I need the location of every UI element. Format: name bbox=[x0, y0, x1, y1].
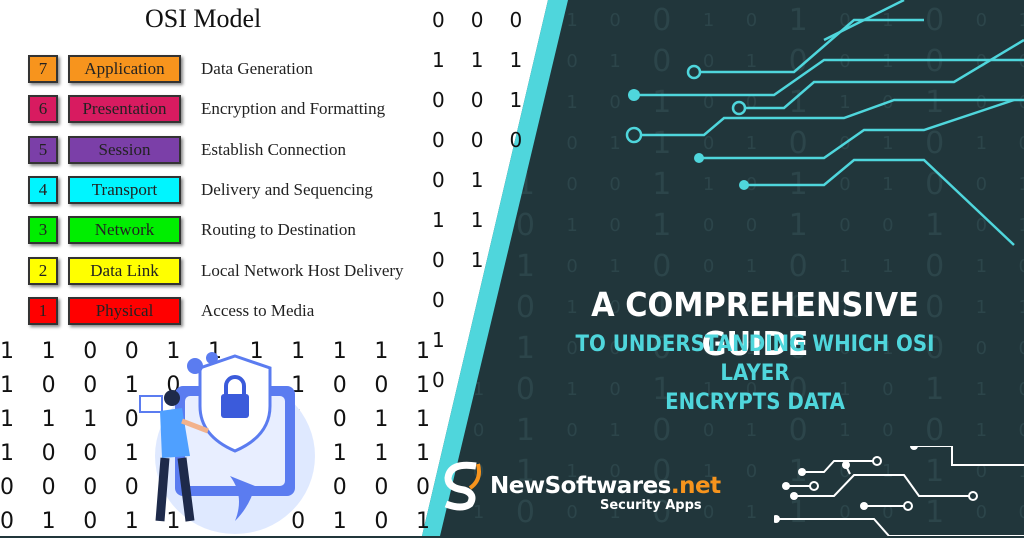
layer-description: Routing to Destination bbox=[201, 220, 356, 240]
brand-tagline: Security Apps bbox=[600, 498, 702, 513]
brand-logo[interactable]: NewSoftwares.net Security Apps bbox=[440, 460, 721, 513]
layer-description: Data Generation bbox=[201, 59, 313, 78]
osi-layer-5: 5 Session Establish Connection bbox=[28, 135, 346, 164]
lock-icon bbox=[221, 394, 249, 418]
layer-description: Access to Media bbox=[201, 300, 315, 320]
layer-description: Encryption and Formatting bbox=[201, 99, 386, 119]
brand-name-main: NewSoftwares bbox=[490, 473, 671, 499]
layer-number: 5 bbox=[28, 135, 58, 164]
brand-name: NewSoftwares.net bbox=[490, 473, 721, 499]
binary-row: 0 bbox=[432, 288, 445, 312]
gear-icon bbox=[187, 358, 203, 374]
binary-row: 000 bbox=[432, 128, 523, 152]
binary-row: 0 bbox=[432, 368, 445, 392]
osi-layer-2: 2 Data Link Local Network Host Delivery bbox=[28, 256, 404, 285]
circuit-lines-bottom bbox=[774, 446, 1024, 536]
layer-description: Delivery and Sequencing bbox=[201, 179, 373, 199]
layer-number: 2 bbox=[28, 256, 58, 285]
layer-number: 6 bbox=[28, 95, 58, 124]
binary-row: 1 bbox=[432, 328, 445, 352]
binary-column: 000111001000011101010 bbox=[432, 0, 532, 400]
layer-name: Network bbox=[68, 216, 181, 245]
osi-layer-3: 3 Network Routing to Destination bbox=[28, 216, 356, 245]
osi-layer-7: 7 Application Data Generation bbox=[28, 55, 313, 83]
osi-layer-6: 6 Presentation Encryption and Formatting bbox=[28, 95, 386, 124]
layer-name: Physical bbox=[68, 296, 181, 325]
binary-row: 11 bbox=[432, 208, 484, 232]
layer-name: Session bbox=[68, 135, 181, 164]
layer-number: 3 bbox=[28, 216, 58, 245]
binary-row: 01 bbox=[432, 248, 484, 272]
brand-name-tld: .net bbox=[670, 473, 721, 499]
binary-row: 000 bbox=[432, 8, 523, 32]
security-illustration bbox=[139, 352, 315, 534]
layer-name: Presentation bbox=[68, 95, 181, 124]
binary-row: 001 bbox=[432, 88, 523, 112]
brand-s-icon bbox=[444, 461, 481, 511]
layer-name: Transport bbox=[68, 175, 181, 204]
layer-number: 7 bbox=[28, 55, 58, 83]
circuit-lines-top bbox=[625, 0, 1024, 246]
binary-row: 01 bbox=[432, 168, 484, 192]
headline-subtitle: TO UNDERSTANDING WHICH OSI LAYER ENCRYPT… bbox=[544, 330, 967, 417]
layer-name: Application bbox=[68, 55, 181, 83]
subtitle-line-2: ENCRYPTS DATA bbox=[665, 390, 845, 415]
subtitle-line-1: TO UNDERSTANDING WHICH OSI LAYER bbox=[575, 332, 935, 386]
layer-number: 4 bbox=[28, 175, 58, 204]
layer-description: Establish Connection bbox=[201, 139, 346, 159]
osi-layer-1: 1 Physical Access to Media bbox=[28, 296, 315, 325]
osi-layer-4: 4 Transport Delivery and Sequencing bbox=[28, 175, 373, 204]
layer-number: 1 bbox=[28, 296, 58, 325]
osi-title: OSI Model bbox=[145, 4, 262, 33]
person-head bbox=[164, 390, 180, 406]
mail-icon bbox=[139, 395, 163, 413]
layer-description: Local Network Host Delivery bbox=[201, 260, 404, 280]
binary-row: 111 bbox=[432, 48, 523, 72]
layer-name: Data Link bbox=[68, 256, 181, 285]
